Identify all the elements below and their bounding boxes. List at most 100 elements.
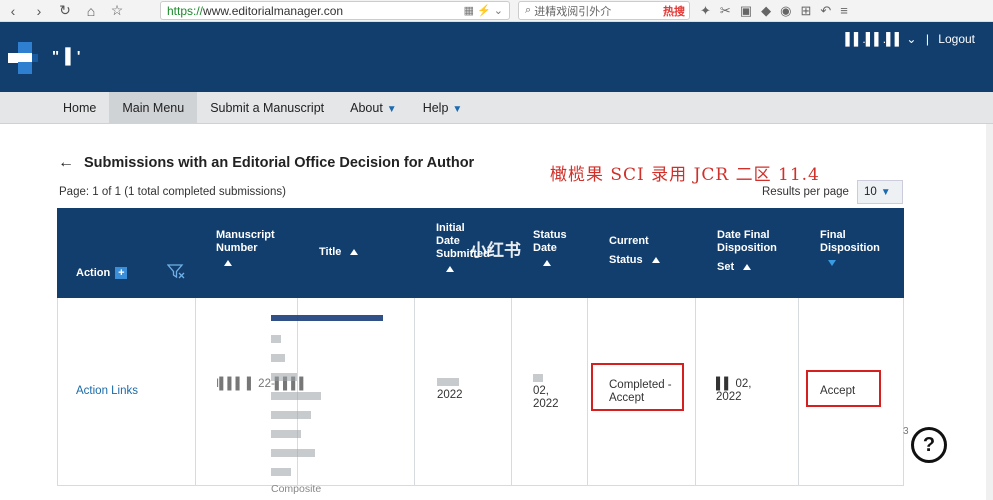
final-date-cell: ▌▌ 02, 2022 bbox=[716, 378, 751, 404]
initial-date-cell: 2022 bbox=[437, 376, 463, 402]
bird-icon[interactable]: ✦ bbox=[700, 3, 711, 19]
status-date-year: 2022 bbox=[533, 398, 559, 410]
nav-main-menu[interactable]: Main Menu bbox=[109, 92, 198, 124]
redacted-title-line bbox=[271, 312, 391, 325]
help-question-icon: ? bbox=[922, 434, 936, 456]
current-status-cell: Completed - Accept bbox=[609, 379, 672, 405]
header-title-label: Title bbox=[319, 246, 342, 258]
header-action-label: Action bbox=[76, 267, 111, 279]
user-menu[interactable]: ▌▌.▌▌.▌▌ ⌄ bbox=[845, 32, 916, 46]
back-icon[interactable]: ‹ bbox=[0, 3, 26, 19]
sort-asc-icon[interactable] bbox=[350, 249, 359, 256]
filter-clear-icon[interactable] bbox=[167, 264, 185, 280]
nav-about-label: About bbox=[350, 101, 383, 115]
header-status-date[interactable]: Status Date bbox=[533, 229, 567, 266]
header-final-line1: Final bbox=[820, 229, 846, 241]
editorial-manager-logo bbox=[8, 42, 38, 74]
header-date-final-disposition[interactable]: Date Final Disposition Set bbox=[717, 229, 777, 279]
header-final-line2: Disposition bbox=[820, 242, 880, 254]
header-current-status[interactable]: Current Status bbox=[609, 235, 660, 272]
redacted-title-line bbox=[271, 428, 391, 441]
nav-submit-label: Submit a Manuscript bbox=[210, 101, 325, 115]
header-manuscript-number[interactable]: Manuscript Number bbox=[216, 229, 275, 266]
address-bar-icons: ▦ ⚡ ⌄ bbox=[463, 5, 503, 17]
status-date-day: 02, bbox=[533, 385, 549, 397]
nav-submit-manuscript[interactable]: Submit a Manuscript bbox=[197, 92, 337, 124]
header-current-line2: Status bbox=[609, 254, 643, 266]
redacted-title-line bbox=[271, 409, 391, 422]
gamepad-icon[interactable]: ◉ bbox=[780, 3, 791, 19]
sort-asc-icon[interactable] bbox=[446, 266, 454, 272]
extension-icon[interactable]: ▣ bbox=[740, 3, 752, 19]
address-bar[interactable]: https:// www.editorialmanager.con ▦ ⚡ ⌄ bbox=[160, 1, 510, 20]
redacted-title-line bbox=[271, 447, 391, 460]
column-divider bbox=[798, 298, 799, 486]
header-status-date-line1: Status bbox=[533, 229, 567, 241]
menu-icon[interactable]: ≡ bbox=[840, 3, 848, 19]
page-info: Page: 1 of 1 (1 total completed submissi… bbox=[59, 186, 286, 198]
chevron-down-icon: ▼ bbox=[386, 104, 397, 115]
results-per-page-select[interactable]: 10 ▼ bbox=[857, 180, 903, 204]
back-arrow-icon[interactable]: ← bbox=[58, 154, 74, 172]
results-per-page-label: Results per page bbox=[762, 186, 849, 198]
sort-asc-icon[interactable] bbox=[224, 260, 232, 266]
header-separator: | bbox=[925, 32, 929, 46]
help-button[interactable]: ? bbox=[911, 427, 947, 463]
page-title: ← Submissions with an Editorial Office D… bbox=[58, 154, 474, 172]
chevron-down-icon: ▼ bbox=[880, 186, 891, 198]
title-cell: Composite bbox=[271, 312, 391, 496]
nav-main-menu-label: Main Menu bbox=[122, 101, 185, 115]
nav-about[interactable]: About ▼ bbox=[337, 92, 410, 124]
url-host: www.editorialmanager.con bbox=[203, 3, 344, 18]
undo-icon[interactable]: ↶ bbox=[820, 3, 831, 19]
sort-asc-icon[interactable] bbox=[743, 264, 752, 271]
nav-home[interactable]: Home bbox=[50, 92, 109, 124]
star-icon[interactable]: ☆ bbox=[104, 2, 130, 19]
current-status-line2: Accept bbox=[609, 392, 645, 404]
forward-icon[interactable]: › bbox=[26, 3, 52, 19]
column-divider bbox=[587, 298, 588, 486]
chevron-down-icon: ▼ bbox=[452, 104, 463, 115]
results-per-page-value: 10 bbox=[864, 186, 877, 198]
search-icon: ⌕ bbox=[525, 4, 535, 16]
grid-icon[interactable]: ⊞ bbox=[800, 3, 811, 19]
action-links[interactable]: Action Links bbox=[76, 385, 138, 398]
sort-asc-icon[interactable] bbox=[651, 257, 660, 264]
header-current-line1: Current bbox=[609, 235, 649, 247]
page-scrollbar[interactable] bbox=[986, 124, 993, 500]
header-date-final-line3: Set bbox=[717, 261, 735, 273]
hot-search-label: 热搜 bbox=[663, 5, 685, 18]
header-final-disposition[interactable]: Final Disposition bbox=[820, 229, 880, 266]
redacted-title-line bbox=[271, 333, 391, 346]
browser-search-input[interactable]: ⌕ 进精戏阅引外介 热搜 bbox=[518, 1, 690, 20]
redacted-title-line bbox=[271, 390, 391, 403]
header-status-date-line2: Date bbox=[533, 242, 557, 254]
expand-plus-icon[interactable]: + bbox=[115, 267, 128, 280]
scissors-icon[interactable]: ✂ bbox=[720, 3, 731, 19]
home-icon[interactable]: ⌂ bbox=[78, 3, 104, 19]
header-manuscript-line2: Number bbox=[216, 242, 258, 254]
title-tail: Composite bbox=[271, 483, 322, 495]
sort-asc-icon[interactable] bbox=[543, 260, 551, 266]
url-scheme: https:// bbox=[167, 3, 204, 18]
header-manuscript-line1: Manuscript bbox=[216, 229, 275, 241]
header-title[interactable]: Title bbox=[319, 246, 359, 259]
action-links-label: Action Links bbox=[76, 385, 139, 397]
sort-desc-icon[interactable] bbox=[828, 260, 836, 266]
final-date-day: ▌▌ 02, bbox=[716, 378, 752, 390]
logout-link[interactable]: Logout bbox=[938, 32, 975, 46]
nav-help[interactable]: Help ▼ bbox=[410, 92, 476, 124]
final-disposition-value: Accept bbox=[820, 385, 856, 397]
column-divider bbox=[195, 298, 196, 486]
nav-home-label: Home bbox=[63, 101, 97, 115]
logo-text: " ▌' bbox=[52, 48, 82, 65]
redacted-title-line bbox=[271, 371, 391, 384]
header-date-final-line1: Date Final bbox=[717, 229, 770, 241]
help-count: 3 bbox=[903, 426, 909, 437]
shield-icon[interactable]: ◆ bbox=[761, 3, 771, 19]
column-divider bbox=[414, 298, 415, 486]
site-header: " ▌' ▌▌.▌▌.▌▌ ⌄ | Logout bbox=[0, 22, 993, 92]
reload-icon[interactable]: ↻ bbox=[52, 2, 78, 19]
redacted-title-line bbox=[271, 466, 391, 479]
extension-icons: ✦ ✂ ▣ ◆ ◉ ⊞ ↶ ≡ bbox=[700, 3, 848, 19]
